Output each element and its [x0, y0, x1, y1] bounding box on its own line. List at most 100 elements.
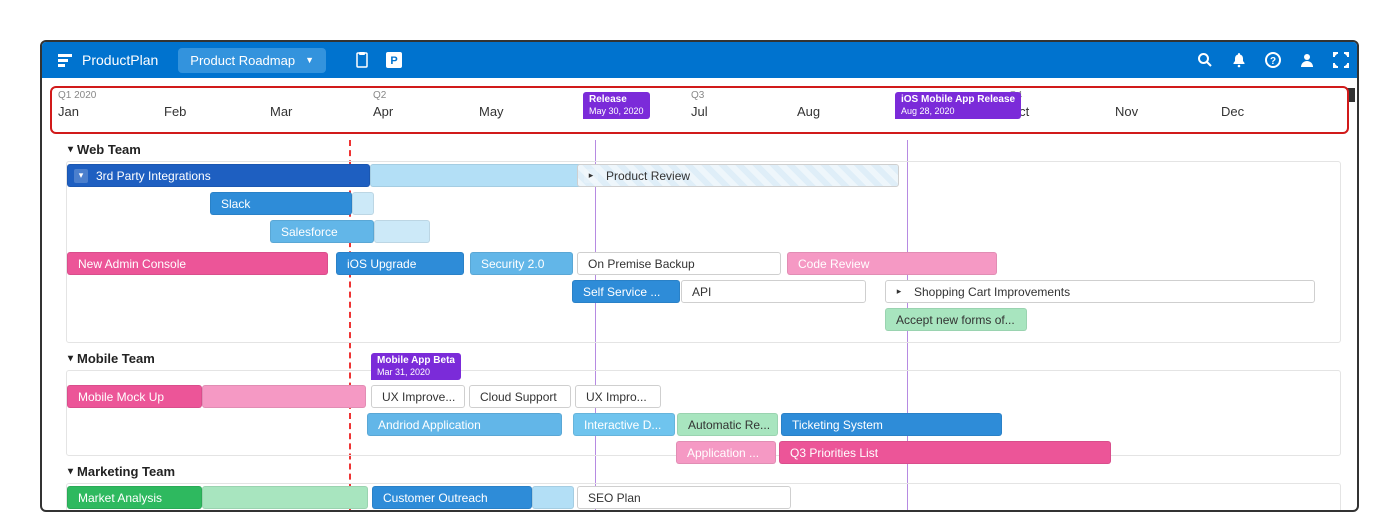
roadmap-selector[interactable]: Product Roadmap ▼ — [178, 48, 326, 73]
bar-label: Code Review — [798, 257, 869, 271]
bar-label: Accept new forms of... — [896, 313, 1015, 327]
lane-header[interactable]: ▾ Mobile Team — [52, 349, 1347, 368]
bar-label: Product Review — [606, 169, 690, 183]
roadmap-bar[interactable]: Accept new forms of... — [885, 308, 1027, 331]
month-label: Dec — [1221, 104, 1244, 119]
roadmap-bar[interactable]: Security 2.0 — [470, 252, 573, 275]
chevron-down-icon: ▾ — [68, 144, 73, 155]
roadmap-bar[interactable]: ▸ Shopping Cart Improvements — [885, 280, 1315, 303]
chevron-icon: ▸ — [892, 285, 906, 299]
bar-label: On Premise Backup — [588, 257, 695, 271]
chevron-icon: ▾ — [74, 169, 88, 183]
search-icon[interactable] — [1197, 52, 1213, 68]
bar-label: New Admin Console — [78, 257, 186, 271]
chevron-down-icon: ▾ — [68, 353, 73, 364]
roadmap-bar[interactable]: Application ... — [676, 441, 776, 464]
bar-label: API — [692, 285, 711, 299]
clipboard-icon[interactable] — [354, 52, 370, 68]
timeline-header: Q1 2020Q2Q3Q4JanFebMarAprMayJunJulAugSep… — [50, 86, 1349, 134]
lane-title: Marketing Team — [77, 464, 175, 479]
bar-label: Andriod Application — [378, 418, 481, 432]
roadmap-bar[interactable]: iOS Upgrade — [336, 252, 464, 275]
bar-label: Automatic Re... — [688, 418, 770, 432]
bar-label: SEO Plan — [588, 491, 641, 505]
chevron-icon: ▸ — [584, 169, 598, 183]
user-icon[interactable] — [1299, 52, 1315, 68]
bar-label: UX Impro... — [586, 390, 647, 404]
bar-label: iOS Upgrade — [347, 257, 416, 271]
lane-header[interactable]: ▾ Marketing Team — [52, 462, 1347, 481]
brand: ProductPlan — [50, 51, 164, 69]
month-label: Nov — [1115, 104, 1138, 119]
milestone-marker[interactable]: iOS Mobile App ReleaseAug 28, 2020 — [895, 92, 1021, 119]
roadmap-bar[interactable]: Code Review — [787, 252, 997, 275]
bar-label: Mobile Mock Up — [78, 390, 164, 404]
roadmap-bar[interactable]: Cloud Support — [469, 385, 571, 408]
month-label: May — [479, 104, 504, 119]
roadmap-bar[interactable]: Mobile Mock Up — [67, 385, 202, 408]
roadmap-bar[interactable]: Customer Outreach — [372, 486, 532, 509]
roadmap-bar[interactable] — [370, 164, 591, 187]
month-label: Jul — [691, 104, 708, 119]
roadmap-bar[interactable]: On Premise Backup — [577, 252, 781, 275]
roadmap-bar[interactable]: Ticketing System — [781, 413, 1002, 436]
lane-body: ▾ 3rd Party Integrations ▸ Product Review Sl… — [66, 161, 1341, 343]
roadmap-bar[interactable]: Salesforce — [270, 220, 374, 243]
bar-label: 3rd Party Integrations — [96, 169, 211, 183]
fullscreen-icon[interactable] — [1333, 52, 1349, 68]
roadmap-bar[interactable]: Automatic Re... — [677, 413, 778, 436]
roadmap-bar[interactable]: Slack — [210, 192, 352, 215]
lane-body: Market Analysis Customer Outreach SEO Plan — [66, 483, 1341, 510]
roadmap-bar[interactable]: Q3 Priorities List — [779, 441, 1111, 464]
lane-milestone-marker[interactable]: Mobile App BetaMar 31, 2020 — [371, 353, 461, 380]
roadmap-bar[interactable]: API — [681, 280, 866, 303]
roadmap-bar[interactable]: Market Analysis — [67, 486, 202, 509]
bar-label: Shopping Cart Improvements — [914, 285, 1070, 299]
roadmap-bar[interactable]: UX Impro... — [575, 385, 661, 408]
bar-label: UX Improve... — [382, 390, 455, 404]
roadmap-bar[interactable]: ▸ Product Review — [577, 164, 899, 187]
lane-title: Mobile Team — [77, 351, 155, 366]
bar-label: Interactive D... — [584, 418, 661, 432]
lane-title: Web Team — [77, 142, 141, 157]
brand-label: ProductPlan — [82, 52, 158, 68]
month-label: Mar — [270, 104, 292, 119]
roadmap-selector-label: Product Roadmap — [190, 53, 295, 68]
bar-label: Ticketing System — [792, 418, 883, 432]
quarter-label: Q1 2020 — [58, 90, 96, 101]
roadmap-bar[interactable] — [202, 486, 368, 509]
roadmap-bar[interactable]: Self Service ... — [572, 280, 680, 303]
lane-body: Mobile App BetaMar 31, 2020Mobile Mock U… — [66, 370, 1341, 456]
app-header: ProductPlan Product Roadmap ▼ P — [42, 42, 1357, 78]
chevron-down-icon: ▾ — [68, 466, 73, 477]
brand-icon — [56, 51, 74, 69]
bar-label: Cloud Support — [480, 390, 557, 404]
milestone-marker[interactable]: ReleaseMay 30, 2020 — [583, 92, 650, 119]
lane-header[interactable]: ▾ Web Team — [52, 140, 1347, 159]
roadmap-bar[interactable]: SEO Plan — [577, 486, 791, 509]
svg-text:P: P — [390, 55, 397, 67]
roadmap-bar[interactable] — [202, 385, 366, 408]
month-label: Aug — [797, 104, 820, 119]
roadmap-bar[interactable]: New Admin Console — [67, 252, 328, 275]
parking-icon[interactable]: P — [386, 52, 402, 68]
roadmap-bar[interactable] — [374, 220, 430, 243]
roadmap-bar[interactable]: Andriod Application — [367, 413, 562, 436]
bar-label: Application ... — [687, 446, 759, 460]
roadmap-bar[interactable] — [532, 486, 574, 509]
roadmap-bar[interactable]: UX Improve... — [371, 385, 465, 408]
roadmap-bar[interactable]: Interactive D... — [573, 413, 675, 436]
bar-label: Q3 Priorities List — [790, 446, 878, 460]
bell-icon[interactable] — [1231, 52, 1247, 68]
help-icon[interactable]: ? — [1265, 52, 1281, 68]
svg-text:?: ? — [1270, 56, 1276, 67]
roadmap-bar[interactable]: ▾ 3rd Party Integrations — [67, 164, 370, 187]
month-label: Feb — [164, 104, 186, 119]
bar-label: Security 2.0 — [481, 257, 544, 271]
roadmap-bar[interactable] — [352, 192, 374, 215]
bar-label: Customer Outreach — [383, 491, 488, 505]
month-label: Apr — [373, 104, 393, 119]
month-label: Jan — [58, 104, 79, 119]
caret-down-icon: ▼ — [305, 55, 314, 65]
bar-label: Self Service ... — [583, 285, 660, 299]
